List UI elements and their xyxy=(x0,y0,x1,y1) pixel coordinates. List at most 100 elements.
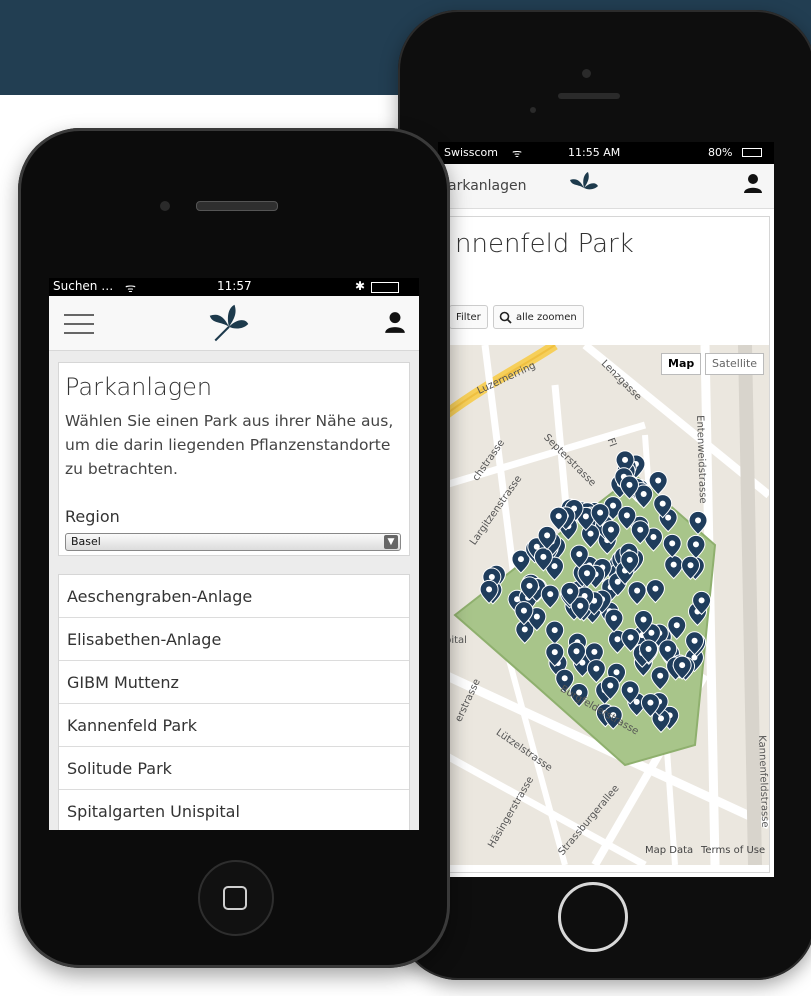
plant-marker-dot xyxy=(614,578,621,585)
back-link[interactable]: arkanlagen xyxy=(448,178,527,194)
user-icon[interactable] xyxy=(383,310,407,338)
wifi-icon: ᯤ xyxy=(512,147,523,160)
plant-marker-dot xyxy=(695,517,702,524)
leaf-logo-icon xyxy=(568,170,600,206)
plant-marker-dot xyxy=(582,513,589,520)
zoom-all-button[interactable]: alle zoomen xyxy=(493,305,584,329)
map-type-map-button[interactable]: Map xyxy=(661,353,702,375)
plant-marker-dot xyxy=(627,686,634,693)
plant-marker-dot xyxy=(640,616,647,623)
plant-marker-dot xyxy=(673,622,680,629)
battery-icon xyxy=(742,148,762,157)
plant-marker-dot xyxy=(614,636,621,643)
terms-of-use-link[interactable]: Terms of Use xyxy=(701,845,765,856)
status-time: 11:57 xyxy=(217,279,252,293)
page-description: Wählen Sie einen Park aus ihrer Nähe aus… xyxy=(65,412,394,478)
plant-marker-dot xyxy=(610,502,617,509)
park-detail-card: nnenfeld Park Filter alle zoomen Map Sat… xyxy=(444,216,770,873)
plant-marker-dot xyxy=(647,699,654,706)
plant-marker-dot xyxy=(626,481,633,488)
map-type-satellite-button[interactable]: Satellite xyxy=(705,353,765,375)
plant-marker-dot xyxy=(670,561,677,568)
plant-marker-dot xyxy=(587,530,594,537)
carrier-label: Swisscom xyxy=(444,146,498,159)
plant-marker-dot xyxy=(577,602,584,609)
page-title: Parkanlagen xyxy=(65,373,213,401)
region-label: Region xyxy=(65,507,120,526)
app-header: arkanlagen xyxy=(438,164,774,209)
plant-marker-dot xyxy=(526,582,533,589)
list-item[interactable]: GIBM Muttenz xyxy=(59,661,409,704)
plant-marker-dot xyxy=(551,649,558,656)
plant-marker-dot xyxy=(665,514,672,521)
camera-icon xyxy=(582,69,591,78)
hamburger-menu-icon[interactable] xyxy=(64,314,94,341)
plant-marker-dot xyxy=(679,662,686,669)
status-time: 11:55 AM xyxy=(568,146,621,159)
map-view[interactable]: Map Satellite Luzernerring Lenzgasse Sep… xyxy=(445,345,769,865)
plant-marker-dot xyxy=(576,551,583,558)
plant-marker-dot xyxy=(627,634,634,641)
plant-marker-dot xyxy=(692,541,699,548)
plant-marker-dot xyxy=(583,570,590,577)
battery-percent: 80% xyxy=(708,146,733,159)
map-data-link[interactable]: Map Data xyxy=(645,845,693,856)
list-item[interactable]: Elisabethen-Anlage xyxy=(59,618,409,661)
intro-card: Parkanlagen Wählen Sie einen Park aus ih… xyxy=(58,362,410,556)
plant-marker-dot xyxy=(521,626,528,633)
speaker-grille xyxy=(558,93,620,99)
plant-marker-dot xyxy=(607,526,614,533)
plant-marker-dot xyxy=(593,665,600,672)
plant-marker-dot xyxy=(607,682,614,689)
filter-button[interactable]: Filter xyxy=(449,305,488,329)
plant-marker-dot xyxy=(613,669,620,676)
region-select[interactable]: Basel ▼ xyxy=(65,533,401,551)
home-square-icon xyxy=(223,886,247,910)
plant-marker-dot xyxy=(637,526,644,533)
plant-marker-dot xyxy=(540,553,547,560)
plant-marker-dot xyxy=(622,456,629,463)
plant-marker-dot xyxy=(555,513,562,520)
list-item[interactable]: Solitude Park xyxy=(59,747,409,790)
plant-marker-dot xyxy=(634,587,641,594)
list-item[interactable]: Kannenfeld Park xyxy=(59,704,409,747)
plant-marker-dot xyxy=(698,597,705,604)
left-phone-screen: Suchen … ᯤ 11:57 ✱ Parkanlagen Wählen Si… xyxy=(49,278,419,830)
plant-marker-dot xyxy=(659,500,666,507)
plant-marker-dot xyxy=(658,715,665,722)
plant-marker-dot xyxy=(551,563,558,570)
plant-marker-dot xyxy=(691,637,698,644)
plant-marker-dot xyxy=(687,562,694,569)
speaker-grille xyxy=(196,201,278,211)
plant-marker-dot xyxy=(488,574,495,581)
chevron-down-icon: ▼ xyxy=(384,535,398,549)
wifi-icon: ᯤ xyxy=(125,281,136,295)
home-button[interactable] xyxy=(558,882,628,952)
map-canvas xyxy=(445,345,769,865)
plant-marker-dot xyxy=(561,675,568,682)
plant-marker-dot xyxy=(645,646,652,653)
list-item[interactable]: Spitalgarten Unispital xyxy=(59,790,409,830)
plant-marker-dot xyxy=(633,698,640,705)
plant-marker-dot xyxy=(652,585,659,592)
leaf-logo-icon xyxy=(207,302,251,350)
sensor-icon xyxy=(530,107,536,113)
plant-marker-dot xyxy=(669,540,676,547)
plant-marker-dot xyxy=(517,556,524,563)
plant-marker-dot xyxy=(650,533,657,540)
plant-marker-dot xyxy=(591,648,598,655)
user-icon[interactable] xyxy=(742,172,764,198)
search-icon xyxy=(499,311,512,324)
plant-marker-dot xyxy=(566,588,573,595)
plant-marker-dot xyxy=(648,629,655,636)
right-phone-screen: Swisscom ᯤ 11:55 AM 80% arkanlagen nnenf… xyxy=(438,142,774,877)
plant-marker-dot xyxy=(626,556,633,563)
plant-marker-dot xyxy=(547,591,554,598)
camera-icon xyxy=(160,201,170,211)
app-header xyxy=(49,296,419,351)
plant-marker-dot xyxy=(533,613,540,620)
street-label: Kannenfeldstrasse xyxy=(756,735,769,828)
plant-marker-dot xyxy=(655,477,662,484)
plant-marker-dot xyxy=(610,615,617,622)
list-item[interactable]: Aeschengraben-Anlage xyxy=(59,575,409,618)
